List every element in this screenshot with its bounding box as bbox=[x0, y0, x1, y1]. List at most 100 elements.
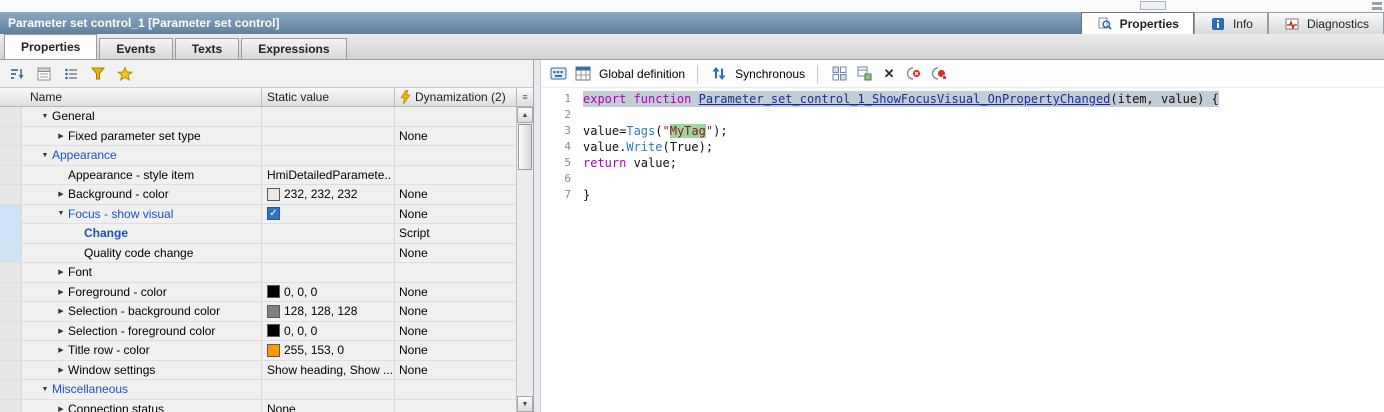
static-value-cell[interactable]: 232, 232, 232 bbox=[262, 185, 395, 204]
table-row[interactable]: ▶Font bbox=[0, 263, 516, 283]
column-header-name[interactable]: Name bbox=[0, 88, 262, 106]
collapse-icon[interactable]: ▼ bbox=[38, 386, 52, 393]
collapse-icon[interactable]: ▼ bbox=[38, 113, 52, 120]
static-value-cell[interactable]: Show heading, Show ... bbox=[262, 361, 395, 380]
scrollbar-track[interactable] bbox=[517, 171, 533, 396]
clear-breakpoints-icon[interactable] bbox=[905, 65, 923, 83]
expand-icon[interactable]: ▶ bbox=[54, 288, 68, 296]
dynamization-cell[interactable]: None bbox=[395, 205, 516, 224]
code-line[interactable]: 1export function Parameter_set_control_1… bbox=[541, 91, 1384, 107]
dynamization-cell[interactable] bbox=[395, 263, 516, 282]
scroll-up-button[interactable]: ▲ bbox=[517, 107, 533, 123]
insert-snippet-icon[interactable] bbox=[855, 65, 873, 83]
scrollbar-thumb[interactable] bbox=[518, 124, 532, 170]
dynamization-cell[interactable]: None bbox=[395, 244, 516, 263]
static-value-cell[interactable]: None bbox=[262, 400, 395, 412]
column-header-dynamization[interactable]: Dynamization (2) bbox=[395, 88, 516, 106]
dynamization-cell[interactable] bbox=[395, 107, 516, 126]
static-value-cell[interactable]: 0, 0, 0 bbox=[262, 283, 395, 302]
tab-events[interactable]: Events bbox=[99, 38, 172, 59]
code-line[interactable]: 6 bbox=[541, 171, 1384, 187]
dynamization-cell[interactable] bbox=[395, 380, 516, 399]
tab-inspector-properties[interactable]: Properties bbox=[1081, 12, 1194, 34]
grid-vertical-scrollbar[interactable]: ▲ ▼ bbox=[516, 107, 533, 412]
table-row[interactable]: ▶Connection statusNone bbox=[0, 400, 516, 412]
panel-divider[interactable] bbox=[534, 60, 541, 412]
column-header-static-value[interactable]: Static value bbox=[262, 88, 395, 106]
tab-texts[interactable]: Texts bbox=[175, 38, 239, 59]
dynamization-cell[interactable]: None bbox=[395, 322, 516, 341]
checkbox-checked[interactable]: ✓ bbox=[267, 207, 280, 220]
dynamization-cell[interactable] bbox=[395, 166, 516, 185]
tab-properties[interactable]: Properties bbox=[4, 34, 97, 59]
dynamization-cell[interactable]: None bbox=[395, 127, 516, 146]
disable-breakpoints-icon[interactable] bbox=[930, 65, 948, 83]
global-definition-label[interactable]: Global definition bbox=[599, 67, 685, 81]
global-definition-icon[interactable] bbox=[574, 65, 592, 83]
dynamization-cell[interactable] bbox=[395, 146, 516, 165]
code-line[interactable]: 3value=Tags("MyTag"); bbox=[541, 123, 1384, 139]
dynamization-cell[interactable] bbox=[395, 400, 516, 412]
table-row[interactable]: ▼Miscellaneous bbox=[0, 380, 516, 400]
table-row[interactable]: ▼Appearance bbox=[0, 146, 516, 166]
table-row[interactable]: ChangeScript bbox=[0, 224, 516, 244]
static-value-cell[interactable]: 128, 128, 128 bbox=[262, 302, 395, 321]
table-row[interactable]: ▶Window settingsShow heading, Show ...No… bbox=[0, 361, 516, 381]
dynamization-cell[interactable]: None bbox=[395, 341, 516, 360]
code-area[interactable]: 1export function Parameter_set_control_1… bbox=[541, 88, 1384, 412]
expand-icon[interactable]: ▶ bbox=[54, 366, 68, 374]
table-row[interactable]: ▼Focus - show visual✓None bbox=[0, 205, 516, 225]
table-row[interactable]: ▶Fixed parameter set typeNone bbox=[0, 127, 516, 147]
dynamization-cell[interactable]: None bbox=[395, 283, 516, 302]
static-value-cell[interactable]: 255, 153, 0 bbox=[262, 341, 395, 360]
dynamization-cell[interactable]: None bbox=[395, 302, 516, 321]
table-row[interactable]: ▼General bbox=[0, 107, 516, 127]
filter-icon[interactable] bbox=[89, 65, 107, 83]
table-row[interactable]: ▶Foreground - color0, 0, 0None bbox=[0, 283, 516, 303]
static-value-cell[interactable]: ✓ bbox=[262, 205, 395, 224]
static-value-cell[interactable] bbox=[262, 146, 395, 165]
grid-view-icon[interactable] bbox=[830, 65, 848, 83]
expand-icon[interactable]: ▶ bbox=[54, 268, 68, 276]
dynamization-cell[interactable]: None bbox=[395, 185, 516, 204]
static-value-cell[interactable]: 0, 0, 0 bbox=[262, 322, 395, 341]
table-row[interactable]: ▶Background - color232, 232, 232None bbox=[0, 185, 516, 205]
favorites-star-icon[interactable] bbox=[116, 65, 134, 83]
expand-icon[interactable]: ▶ bbox=[54, 346, 68, 354]
code-line[interactable]: 5return value; bbox=[541, 155, 1384, 171]
delete-icon[interactable]: ✕ bbox=[880, 65, 898, 83]
synchronous-icon[interactable] bbox=[710, 65, 728, 83]
list-view-icon[interactable] bbox=[62, 65, 80, 83]
static-value-cell[interactable] bbox=[262, 224, 395, 243]
static-value-cell[interactable] bbox=[262, 127, 395, 146]
synchronous-label[interactable]: Synchronous bbox=[735, 67, 805, 81]
category-view-icon[interactable] bbox=[35, 65, 53, 83]
static-value-cell[interactable] bbox=[262, 244, 395, 263]
scroll-down-button[interactable]: ▼ bbox=[517, 396, 533, 412]
dynamization-cell[interactable]: None bbox=[395, 361, 516, 380]
static-value-cell[interactable]: HmiDetailedParamete.. bbox=[262, 166, 395, 185]
collapse-icon[interactable]: ▼ bbox=[54, 210, 68, 217]
expand-icon[interactable]: ▶ bbox=[54, 190, 68, 198]
expand-icon[interactable]: ▶ bbox=[54, 132, 68, 140]
table-row[interactable]: ▶Title row - color255, 153, 0None bbox=[0, 341, 516, 361]
static-value-cell[interactable] bbox=[262, 107, 395, 126]
table-row[interactable]: Appearance - style itemHmiDetailedParame… bbox=[0, 166, 516, 186]
tab-inspector-info[interactable]: Info bbox=[1194, 12, 1268, 34]
sort-properties-icon[interactable] bbox=[8, 65, 26, 83]
table-row[interactable]: Quality code changeNone bbox=[0, 244, 516, 264]
table-row[interactable]: ▶Selection - background color128, 128, 1… bbox=[0, 302, 516, 322]
expand-icon[interactable]: ▶ bbox=[54, 307, 68, 315]
script-settings-icon[interactable] bbox=[549, 65, 567, 83]
expand-icon[interactable]: ▶ bbox=[54, 327, 68, 335]
static-value-cell[interactable] bbox=[262, 380, 395, 399]
code-line[interactable]: 7} bbox=[541, 187, 1384, 203]
tab-inspector-diagnostics[interactable]: Diagnostics bbox=[1268, 12, 1384, 34]
tab-expressions[interactable]: Expressions bbox=[241, 38, 346, 59]
grid-corner-button[interactable]: ≡ bbox=[516, 88, 533, 106]
table-row[interactable]: ▶Selection - foreground color0, 0, 0None bbox=[0, 322, 516, 342]
expand-icon[interactable]: ▶ bbox=[54, 405, 68, 412]
collapse-icon[interactable]: ▼ bbox=[38, 152, 52, 159]
static-value-cell[interactable] bbox=[262, 263, 395, 282]
dynamization-cell[interactable]: Script bbox=[395, 224, 516, 243]
